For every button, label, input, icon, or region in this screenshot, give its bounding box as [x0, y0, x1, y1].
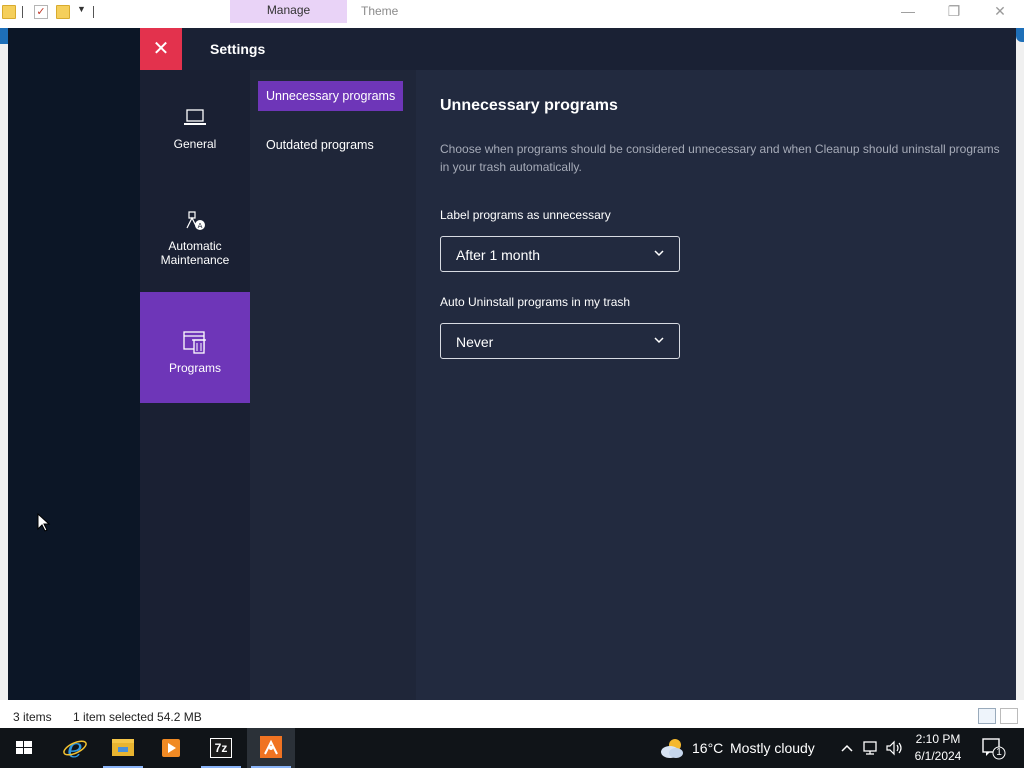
taskbar-avast-cleanup[interactable] — [247, 728, 295, 768]
media-player-icon — [162, 739, 180, 757]
start-button[interactable] — [0, 728, 48, 768]
category-label: Programs — [168, 361, 221, 375]
app-backdrop-sidebar — [8, 28, 140, 700]
taskbar-internet-explorer[interactable]: e — [51, 728, 99, 768]
settings-title: Settings — [210, 41, 266, 57]
sub-nav: Unnecessary programs Outdated programs — [250, 70, 416, 700]
taskbar-media-player[interactable] — [147, 728, 195, 768]
weather-cloudy-icon[interactable] — [659, 737, 685, 759]
category-nav: General A Automatic Maintenance Programs — [140, 70, 250, 700]
separator — [22, 6, 23, 18]
taskbar-file-explorer[interactable] — [99, 728, 147, 768]
mouse-cursor-icon — [37, 513, 51, 532]
weather-description[interactable]: Mostly cloudy — [730, 740, 815, 756]
network-icon[interactable] — [862, 740, 880, 756]
details-view-button[interactable] — [978, 708, 996, 724]
selection-info: 1 item selected 54.2 MB — [73, 710, 202, 724]
settings-panel: ✕ Settings General A Automatic Maintenan… — [140, 28, 1016, 700]
category-label: Automatic Maintenance — [160, 239, 230, 267]
chevron-down-icon — [654, 337, 664, 344]
label-unnecessary-label: Label programs as unnecessary — [440, 208, 611, 222]
ribbon-tab-manage[interactable]: Manage — [230, 0, 347, 23]
category-programs[interactable]: Programs — [140, 292, 250, 403]
7zip-label: 7z — [214, 741, 228, 755]
category-general[interactable]: General — [140, 105, 250, 151]
close-window-button[interactable]: ✕ — [977, 0, 1023, 22]
unnecessary-period-dropdown[interactable]: After 1 month — [440, 236, 680, 272]
programs-trash-icon — [183, 331, 206, 354]
explorer-titlebar: ✓ ▼ Manage Theme — ❐ ✕ — [0, 0, 1024, 28]
taskbar-7zip[interactable]: 7z — [197, 728, 245, 768]
laptop-icon — [184, 109, 206, 125]
svg-text:A: A — [198, 222, 203, 230]
chevron-down-icon — [654, 250, 664, 257]
large-icons-view-button[interactable] — [1000, 708, 1018, 724]
windows-start-icon — [16, 741, 32, 754]
folder-icon[interactable] — [2, 5, 16, 19]
svg-text:e: e — [67, 734, 82, 764]
internet-explorer-icon: e — [63, 734, 87, 764]
separator — [93, 6, 94, 18]
chevron-up-icon[interactable] — [840, 742, 854, 754]
category-automatic-maintenance[interactable]: A Automatic Maintenance — [140, 207, 250, 267]
dropdown-value: Never — [456, 334, 494, 350]
close-icon: ✕ — [152, 38, 170, 60]
new-folder-icon[interactable] — [56, 5, 70, 19]
close-settings-button[interactable]: ✕ — [140, 28, 182, 70]
dropdown-value: After 1 month — [456, 247, 541, 263]
window-accent — [1016, 28, 1024, 42]
action-center-button[interactable]: 1 — [980, 736, 1006, 760]
content-description: Choose when programs should be considere… — [440, 142, 1000, 174]
maintenance-icon: A — [186, 211, 205, 230]
file-explorer-icon — [112, 739, 134, 756]
clock-time: 2:10 PM — [915, 732, 961, 746]
subnav-outdated-programs[interactable]: Outdated programs — [258, 130, 382, 160]
restore-button[interactable]: ❐ — [931, 0, 977, 22]
subnav-unnecessary-programs[interactable]: Unnecessary programs — [258, 81, 404, 111]
weather-temperature[interactable]: 16°C — [692, 740, 723, 756]
content-title: Unnecessary programs — [440, 97, 618, 114]
auto-uninstall-label: Auto Uninstall programs in my trash — [440, 295, 631, 309]
properties-icon[interactable]: ✓ — [34, 5, 48, 19]
taskbar: e 7z 16°C Mostly cloudy 2:10 PM 6/1/2024… — [0, 728, 1024, 768]
explorer-statusbar: 3 items 1 item selected 54.2 MB — [0, 700, 1024, 728]
ribbon-tab-theme[interactable]: Theme — [361, 0, 398, 23]
clock-date: 6/1/2024 — [914, 749, 962, 763]
minimize-button[interactable]: — — [885, 0, 931, 22]
category-label: General — [173, 137, 217, 151]
items-count: 3 items — [13, 710, 52, 724]
volume-icon[interactable] — [885, 740, 905, 756]
auto-uninstall-dropdown[interactable]: Never — [440, 323, 680, 359]
avast-cleanup-icon — [260, 736, 282, 758]
taskbar-clock[interactable]: 2:10 PM 6/1/2024 — [905, 731, 971, 765]
window-accent — [0, 28, 8, 44]
quick-access-dropdown-icon[interactable]: ▼ — [77, 4, 86, 14]
settings-header: ✕ Settings — [140, 28, 1016, 70]
notification-count: 1 — [996, 747, 1002, 758]
